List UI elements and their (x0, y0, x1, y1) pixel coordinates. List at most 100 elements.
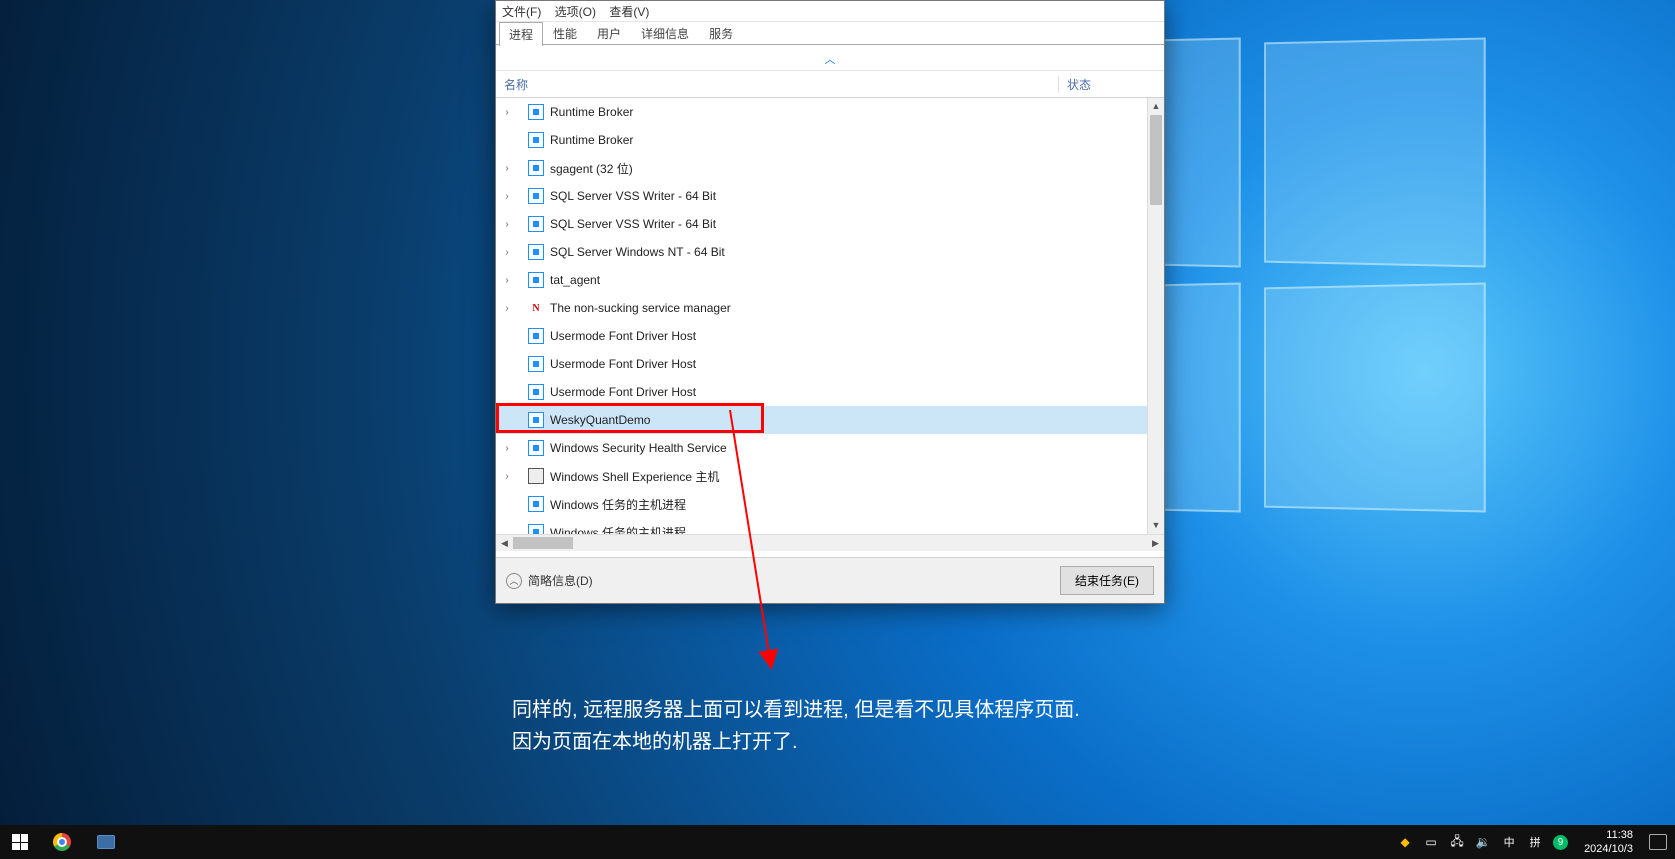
tab-users[interactable]: 用户 (587, 21, 631, 45)
expand-icon[interactable]: › (500, 191, 514, 202)
chrome-icon (53, 833, 71, 851)
scroll-right-arrow[interactable]: ▶ (1147, 535, 1164, 551)
process-row[interactable]: › SQL Server Windows NT - 64 Bit (496, 238, 1164, 266)
scroll-down-arrow[interactable]: ▼ (1148, 517, 1164, 534)
ime-language[interactable]: 中 (1501, 834, 1517, 850)
tab-details[interactable]: 详细信息 (631, 21, 699, 45)
clock-time: 11:38 (1584, 828, 1633, 842)
process-row[interactable]: Usermode Font Driver Host (496, 322, 1164, 350)
windows-icon (12, 834, 28, 850)
tray-network-icon[interactable]: 🖧 (1449, 834, 1465, 850)
expand-icon[interactable]: › (500, 247, 514, 258)
scrollbar-horizontal[interactable]: ◀ ▶ (496, 534, 1164, 551)
start-button[interactable] (0, 825, 40, 859)
process-row[interactable]: Usermode Font Driver Host (496, 350, 1164, 378)
process-icon (528, 104, 544, 120)
collapse-groups-arrow[interactable]: ︿ (496, 45, 1164, 70)
process-row[interactable]: › N The non-sucking service manager (496, 294, 1164, 322)
fewer-details-label: 简略信息(D) (528, 572, 593, 589)
tray-badge[interactable]: 9 (1553, 835, 1568, 850)
taskbar[interactable]: ◆ ▭ 🖧 🔉 中 拼 9 11:38 2024/10/3 (0, 825, 1675, 859)
process-icon (528, 356, 544, 372)
process-name: WeskyQuantDemo (550, 413, 1164, 427)
annotation-text: 同样的, 远程服务器上面可以看到进程, 但是看不见具体程序页面. 因为页面在本地… (512, 694, 1080, 758)
process-icon (528, 412, 544, 428)
process-row[interactable]: › SQL Server VSS Writer - 64 Bit (496, 210, 1164, 238)
expand-icon[interactable]: › (500, 107, 514, 118)
scroll-left-arrow[interactable]: ◀ (496, 535, 513, 551)
process-icon (528, 272, 544, 288)
expand-icon[interactable]: › (500, 471, 514, 482)
process-icon (528, 468, 544, 484)
notification-icon[interactable] (1649, 834, 1667, 850)
process-name: SQL Server Windows NT - 64 Bit (550, 245, 1164, 259)
menu-view[interactable]: 查看(V) (609, 5, 649, 19)
taskbar-chrome[interactable] (40, 825, 84, 859)
tab-processes[interactable]: 进程 (499, 22, 543, 46)
taskbar-app[interactable] (84, 825, 128, 859)
process-row[interactable]: Runtime Broker (496, 126, 1164, 154)
process-name: Windows Shell Experience 主机 (550, 468, 1164, 485)
column-headers: 名称 状态 (496, 70, 1164, 98)
process-name: Usermode Font Driver Host (550, 385, 1164, 399)
task-manager-window: 文件(F) 选项(O) 查看(V) 进程 性能 用户 详细信息 服务 ︿ 名称 … (495, 0, 1165, 604)
process-row[interactable]: › Windows Shell Experience 主机 (496, 462, 1164, 490)
process-icon (528, 328, 544, 344)
process-name: Usermode Font Driver Host (550, 357, 1164, 371)
process-name: Windows Security Health Service (550, 441, 1164, 455)
expand-icon[interactable]: › (500, 219, 514, 230)
scrollbar-vertical[interactable]: ▲ ▼ (1147, 98, 1164, 551)
end-task-button[interactable]: 结束任务(E) (1060, 566, 1154, 595)
tray-volume-icon[interactable]: 🔉 (1475, 834, 1491, 850)
process-row[interactable]: Usermode Font Driver Host (496, 378, 1164, 406)
process-name: tat_agent (550, 273, 1164, 287)
scroll-thumb-h[interactable] (513, 537, 573, 549)
process-icon (528, 160, 544, 176)
process-icon (528, 188, 544, 204)
scroll-thumb[interactable] (1150, 115, 1162, 205)
process-row[interactable]: › sgagent (32 位) (496, 154, 1164, 182)
menu-file[interactable]: 文件(F) (502, 5, 541, 19)
expand-icon[interactable]: › (500, 443, 514, 454)
tray-app-icon[interactable]: ▭ (1423, 834, 1439, 850)
menu-options[interactable]: 选项(O) (555, 5, 596, 19)
process-list[interactable]: › Runtime Broker Runtime Broker › sgagent (3… (496, 98, 1164, 551)
process-row[interactable]: WeskyQuantDemo (496, 406, 1164, 434)
tab-services[interactable]: 服务 (699, 21, 743, 45)
process-name: sgagent (32 位) (550, 160, 1164, 177)
process-icon (528, 132, 544, 148)
process-icon (528, 496, 544, 512)
expand-icon[interactable]: › (500, 163, 514, 174)
taskbar-clock[interactable]: 11:38 2024/10/3 (1578, 828, 1639, 856)
process-name: The non-sucking service manager (550, 301, 1164, 315)
ime-mode[interactable]: 拼 (1527, 834, 1543, 850)
system-tray: ◆ ▭ 🖧 🔉 中 拼 9 11:38 2024/10/3 (1397, 828, 1675, 856)
tray-security-icon[interactable]: ◆ (1397, 834, 1413, 850)
process-row[interactable]: › Runtime Broker (496, 98, 1164, 126)
process-name: SQL Server VSS Writer - 64 Bit (550, 217, 1164, 231)
menu-bar: 文件(F) 选项(O) 查看(V) (496, 1, 1164, 22)
column-state[interactable]: 状态 (1059, 76, 1164, 93)
desktop-background: 文件(F) 选项(O) 查看(V) 进程 性能 用户 详细信息 服务 ︿ 名称 … (0, 0, 1675, 825)
annotation-line-1: 同样的, 远程服务器上面可以看到进程, 但是看不见具体程序页面. (512, 694, 1080, 726)
process-name: Windows 任务的主机进程 (550, 496, 1164, 513)
expand-icon[interactable]: › (500, 275, 514, 286)
column-name[interactable]: 名称 (496, 76, 1059, 93)
process-row[interactable]: › Windows Security Health Service (496, 434, 1164, 462)
tab-bar: 进程 性能 用户 详细信息 服务 (496, 22, 1164, 45)
annotation-line-2: 因为页面在本地的机器上打开了. (512, 726, 1080, 758)
process-name: Runtime Broker (550, 105, 1164, 119)
chevron-up-icon: ︿ (506, 573, 522, 589)
process-row[interactable]: › tat_agent (496, 266, 1164, 294)
fewer-details-button[interactable]: ︿ 简略信息(D) (506, 572, 593, 589)
process-row[interactable]: Windows 任务的主机进程 (496, 490, 1164, 518)
process-row[interactable]: › SQL Server VSS Writer - 64 Bit (496, 182, 1164, 210)
expand-icon[interactable]: › (500, 303, 514, 314)
process-icon (528, 216, 544, 232)
process-name: Runtime Broker (550, 133, 1164, 147)
tab-performance[interactable]: 性能 (543, 21, 587, 45)
process-icon: N (528, 300, 544, 316)
process-name: SQL Server VSS Writer - 64 Bit (550, 189, 1164, 203)
scroll-up-arrow[interactable]: ▲ (1148, 98, 1164, 115)
process-icon (528, 384, 544, 400)
